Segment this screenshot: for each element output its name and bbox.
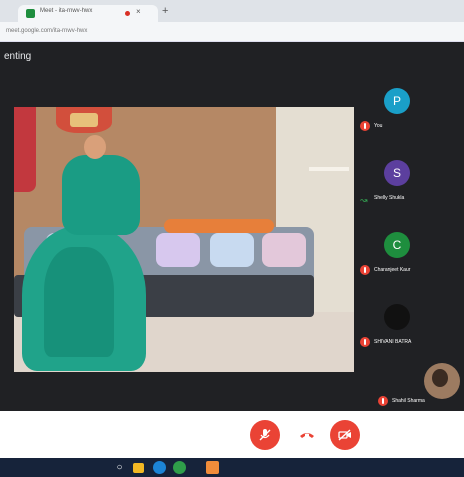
video-cushion (262, 233, 306, 267)
search-icon[interactable]: ○ (113, 461, 126, 474)
video-cushion (210, 233, 254, 267)
edge-icon[interactable] (153, 461, 166, 474)
meet-favicon-icon (26, 9, 35, 18)
avatar: P (384, 88, 410, 114)
avatar: C (384, 232, 410, 258)
presenting-label: enting (4, 51, 32, 62)
participant-name: Shahil Sharma (392, 398, 425, 404)
mic-muted-icon (360, 121, 370, 131)
video-frame (70, 113, 98, 127)
mic-muted-icon (378, 396, 388, 406)
os-taskbar: ○ (0, 458, 464, 477)
mic-off-icon (259, 429, 271, 441)
avatar: S (384, 160, 410, 186)
mic-muted-icon (360, 265, 370, 275)
mic-muted-icon (360, 337, 370, 347)
main-video-feed[interactable] (14, 107, 354, 372)
powerpoint-icon[interactable] (206, 461, 219, 474)
participant-name: You (374, 123, 383, 129)
chrome-icon[interactable] (173, 461, 186, 474)
dancer-head (84, 135, 106, 159)
screenshot-root: Meet - ita-rnwv-hwx × + meet.google.com/… (0, 0, 464, 477)
dancer-dupatta (62, 155, 140, 235)
browser-tab[interactable]: Meet - ita-rnwv-hwx × (18, 5, 158, 22)
video-cushion (156, 233, 200, 267)
url-text: meet.google.com/ita-rnwv-hwx (6, 28, 88, 34)
avatar (384, 304, 410, 330)
participant-name: Shelly Shukla (374, 195, 405, 201)
tab-title: Meet - ita-rnwv-hwx (40, 8, 93, 14)
address-bar[interactable]: meet.google.com/ita-rnwv-hwx (0, 22, 464, 42)
participant-tile-shivani[interactable]: SHIVANI BATRA (354, 289, 464, 361)
participant-tile-charanjeet[interactable]: C Charanjeet Kaur (354, 217, 464, 289)
speaking-indicator-icon: ↝ (360, 195, 368, 205)
recording-dot-icon (125, 11, 130, 16)
video-shelf (309, 167, 349, 171)
end-call-button[interactable] (292, 420, 322, 450)
participant-name: SHIVANI BATRA (374, 339, 412, 345)
avatar (424, 363, 460, 399)
participant-name: Charanjeet Kaur (374, 267, 411, 273)
participant-tile-you[interactable]: P You (354, 73, 464, 145)
phone-hangup-icon (300, 433, 314, 438)
mic-toggle-button[interactable] (250, 420, 280, 450)
dancer-skirt-fold (44, 247, 114, 357)
tab-close-icon[interactable]: × (136, 7, 141, 16)
video-curtain (14, 107, 36, 192)
participant-tile-shahil[interactable]: Shahil Sharma (354, 361, 464, 413)
camera-toggle-button[interactable] (330, 420, 360, 450)
file-explorer-icon[interactable] (133, 463, 144, 473)
new-tab-button[interactable]: + (162, 5, 168, 17)
participant-tile-shelly[interactable]: S ↝ Shelly Shukla (354, 145, 464, 217)
meeting-area: enting P You S ↝ Shelly Shukla C Charanj… (0, 42, 464, 413)
video-flowers (164, 219, 274, 233)
browser-tab-strip: Meet - ita-rnwv-hwx × + (0, 0, 464, 22)
camera-off-icon (338, 429, 351, 441)
call-controls (0, 411, 464, 458)
